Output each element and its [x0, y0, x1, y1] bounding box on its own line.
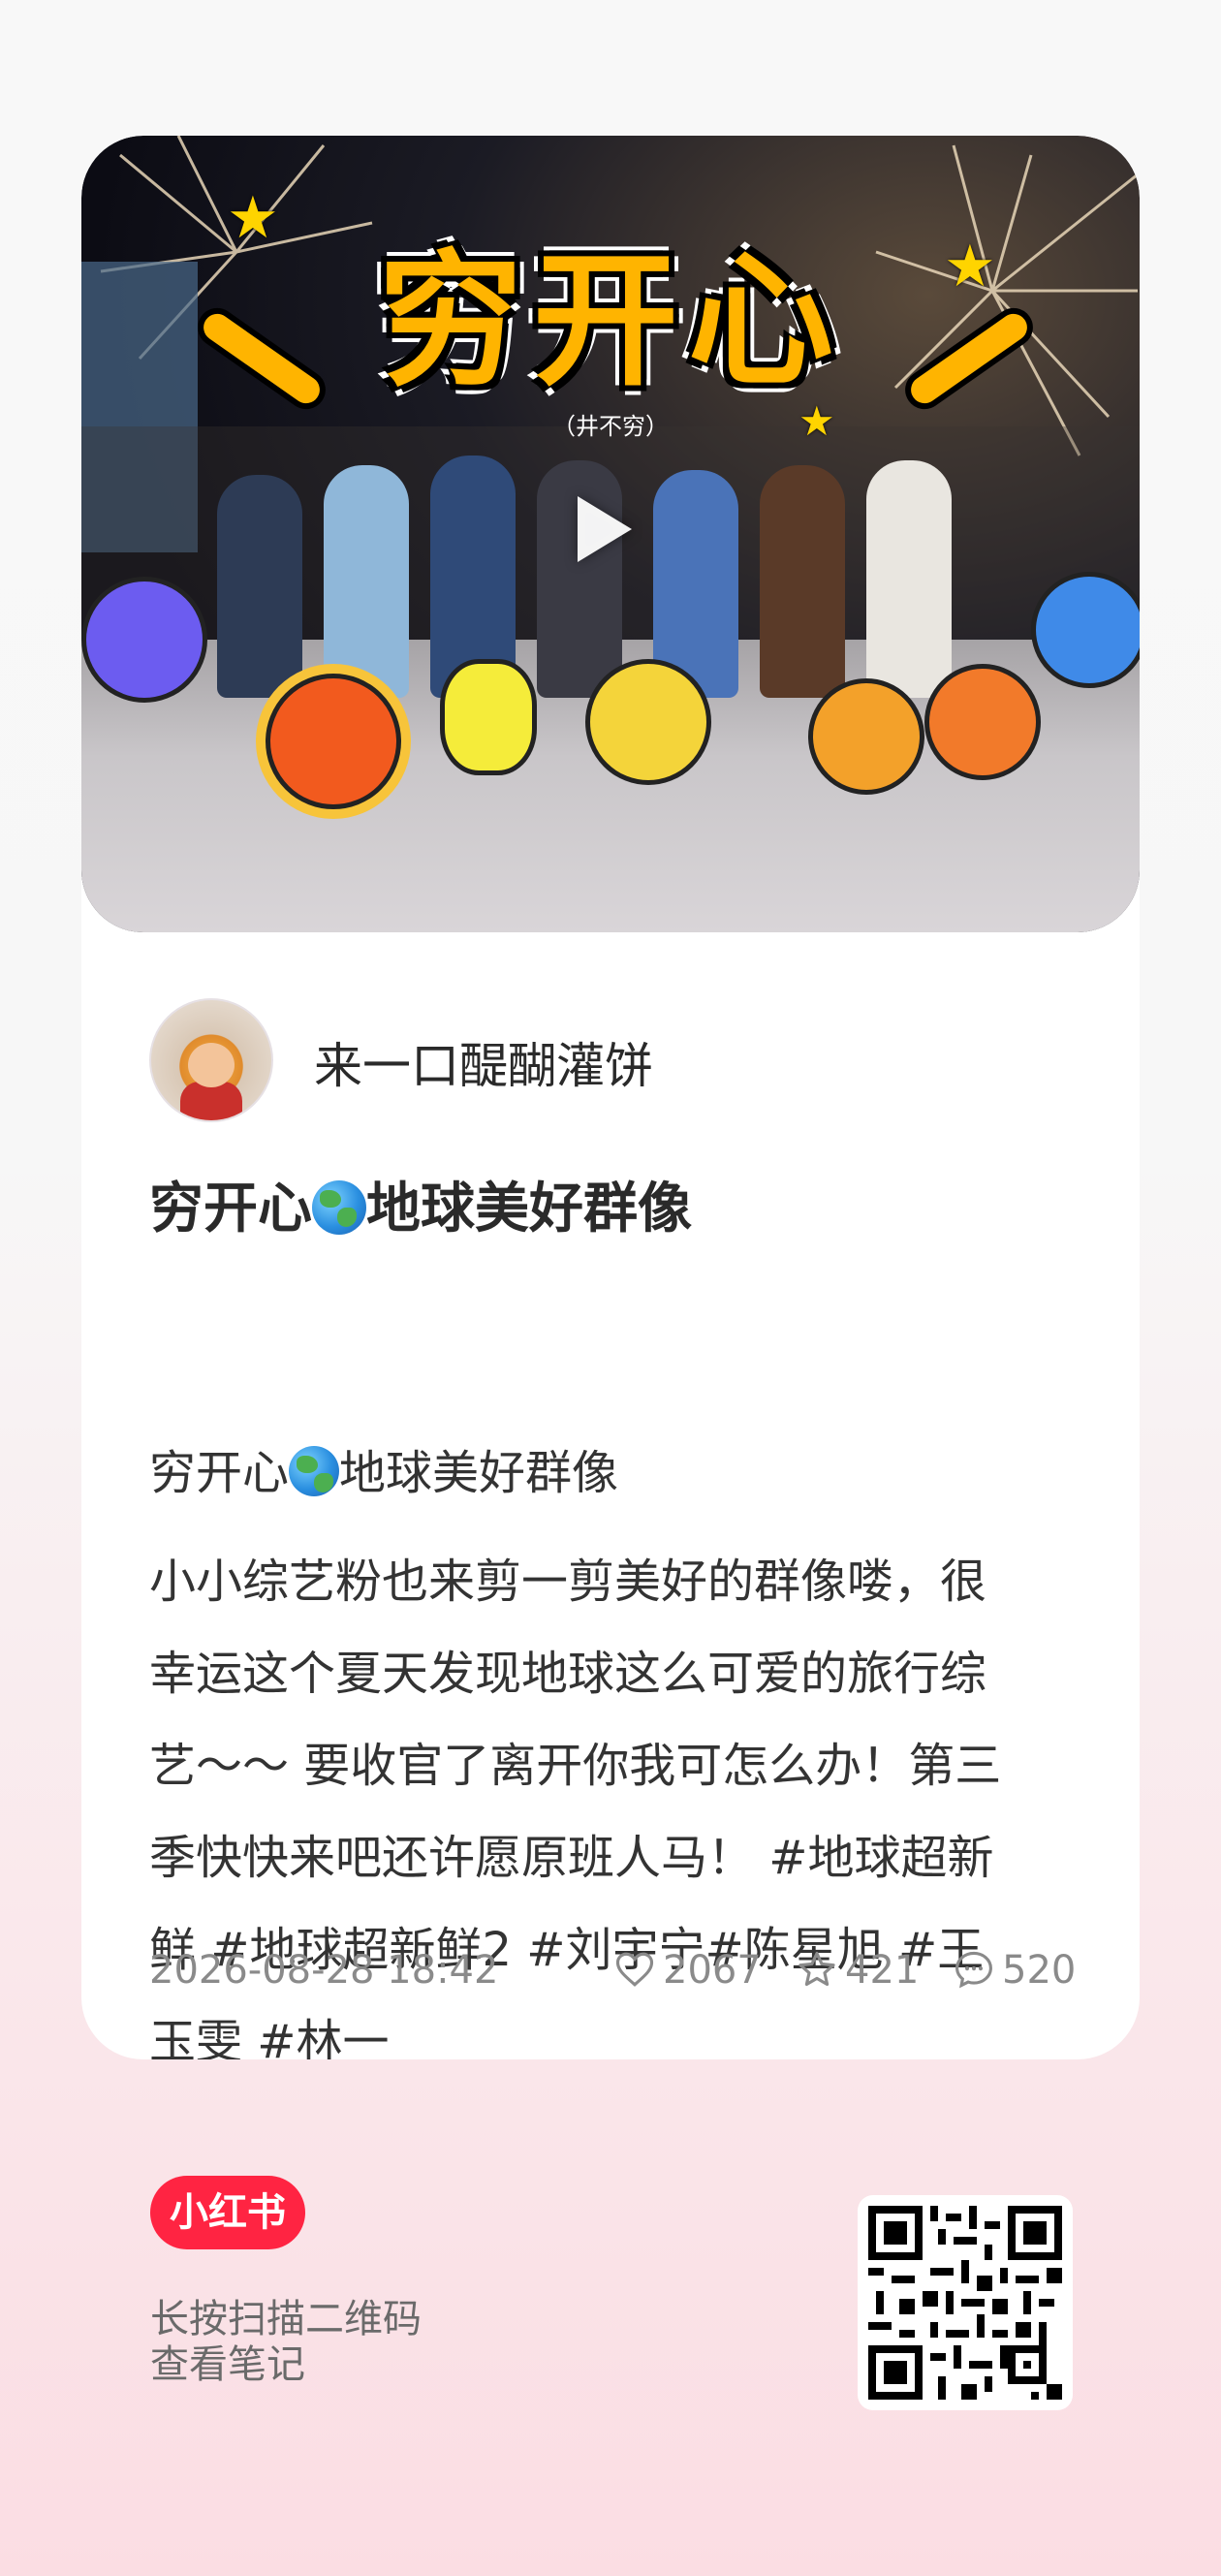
comment-icon	[955, 1951, 992, 1989]
collect-count[interactable]: 421	[797, 1948, 919, 1993]
cover-title: 穷开心	[377, 237, 843, 406]
saturn-sticker	[585, 659, 711, 785]
star-outline-icon	[798, 1951, 835, 1987]
heart-icon	[615, 1952, 654, 1987]
globe-icon	[289, 1446, 340, 1496]
cast-member	[324, 465, 409, 698]
cast-member	[866, 460, 952, 698]
post-body-first-line: 穷开心 地球美好群像	[149, 1446, 619, 1500]
video-cover[interactable]: ★ ★ ★ 穷开心 （井不穷）	[81, 136, 1140, 932]
star-sticker	[440, 659, 537, 775]
qr-code[interactable]	[858, 2195, 1073, 2410]
post-title-prefix: 穷开心	[149, 1178, 312, 1241]
planet-sticker	[81, 577, 207, 703]
earth-sticker	[1031, 572, 1140, 688]
note-card: ★ ★ ★ 穷开心 （井不穷） 来一口醍醐灌饼 穷开心 地球美好群像 穷开心 地…	[81, 136, 1140, 2059]
globe-icon	[312, 1180, 366, 1235]
post-date: 2026-08-28 18:42	[149, 1948, 499, 1993]
planet-sticker	[924, 664, 1041, 780]
scan-hint-line2: 查看笔记	[150, 2342, 305, 2387]
xiaohongshu-logo: 小红书	[150, 2176, 305, 2249]
cast-group	[217, 446, 1012, 698]
post-title-suffix: 地球美好群像	[366, 1178, 692, 1241]
cover-subtitle: （井不穷）	[552, 413, 669, 440]
comment-count[interactable]: 520	[954, 1948, 1076, 1993]
sun-sticker	[266, 674, 401, 809]
post-body: 穷开心 地球美好群像 小小综艺粉也来剪一剪美好的群像喽，很 幸运这个夏天发现地球这么…	[149, 1260, 1080, 2059]
avatar[interactable]	[149, 998, 273, 1122]
cast-member	[217, 475, 302, 698]
cast-member	[760, 465, 845, 698]
author-name[interactable]: 来一口醍醐灌饼	[314, 1027, 653, 1097]
play-icon[interactable]	[578, 496, 632, 562]
post-meta: 2026-08-28 18:42 2067 421 520	[149, 1948, 1076, 2006]
planet-sticker	[808, 678, 924, 795]
qr-code-icon	[868, 2206, 1062, 2400]
like-count[interactable]: 2067	[614, 1948, 762, 1993]
post-title: 穷开心 地球美好群像	[149, 1165, 692, 1243]
